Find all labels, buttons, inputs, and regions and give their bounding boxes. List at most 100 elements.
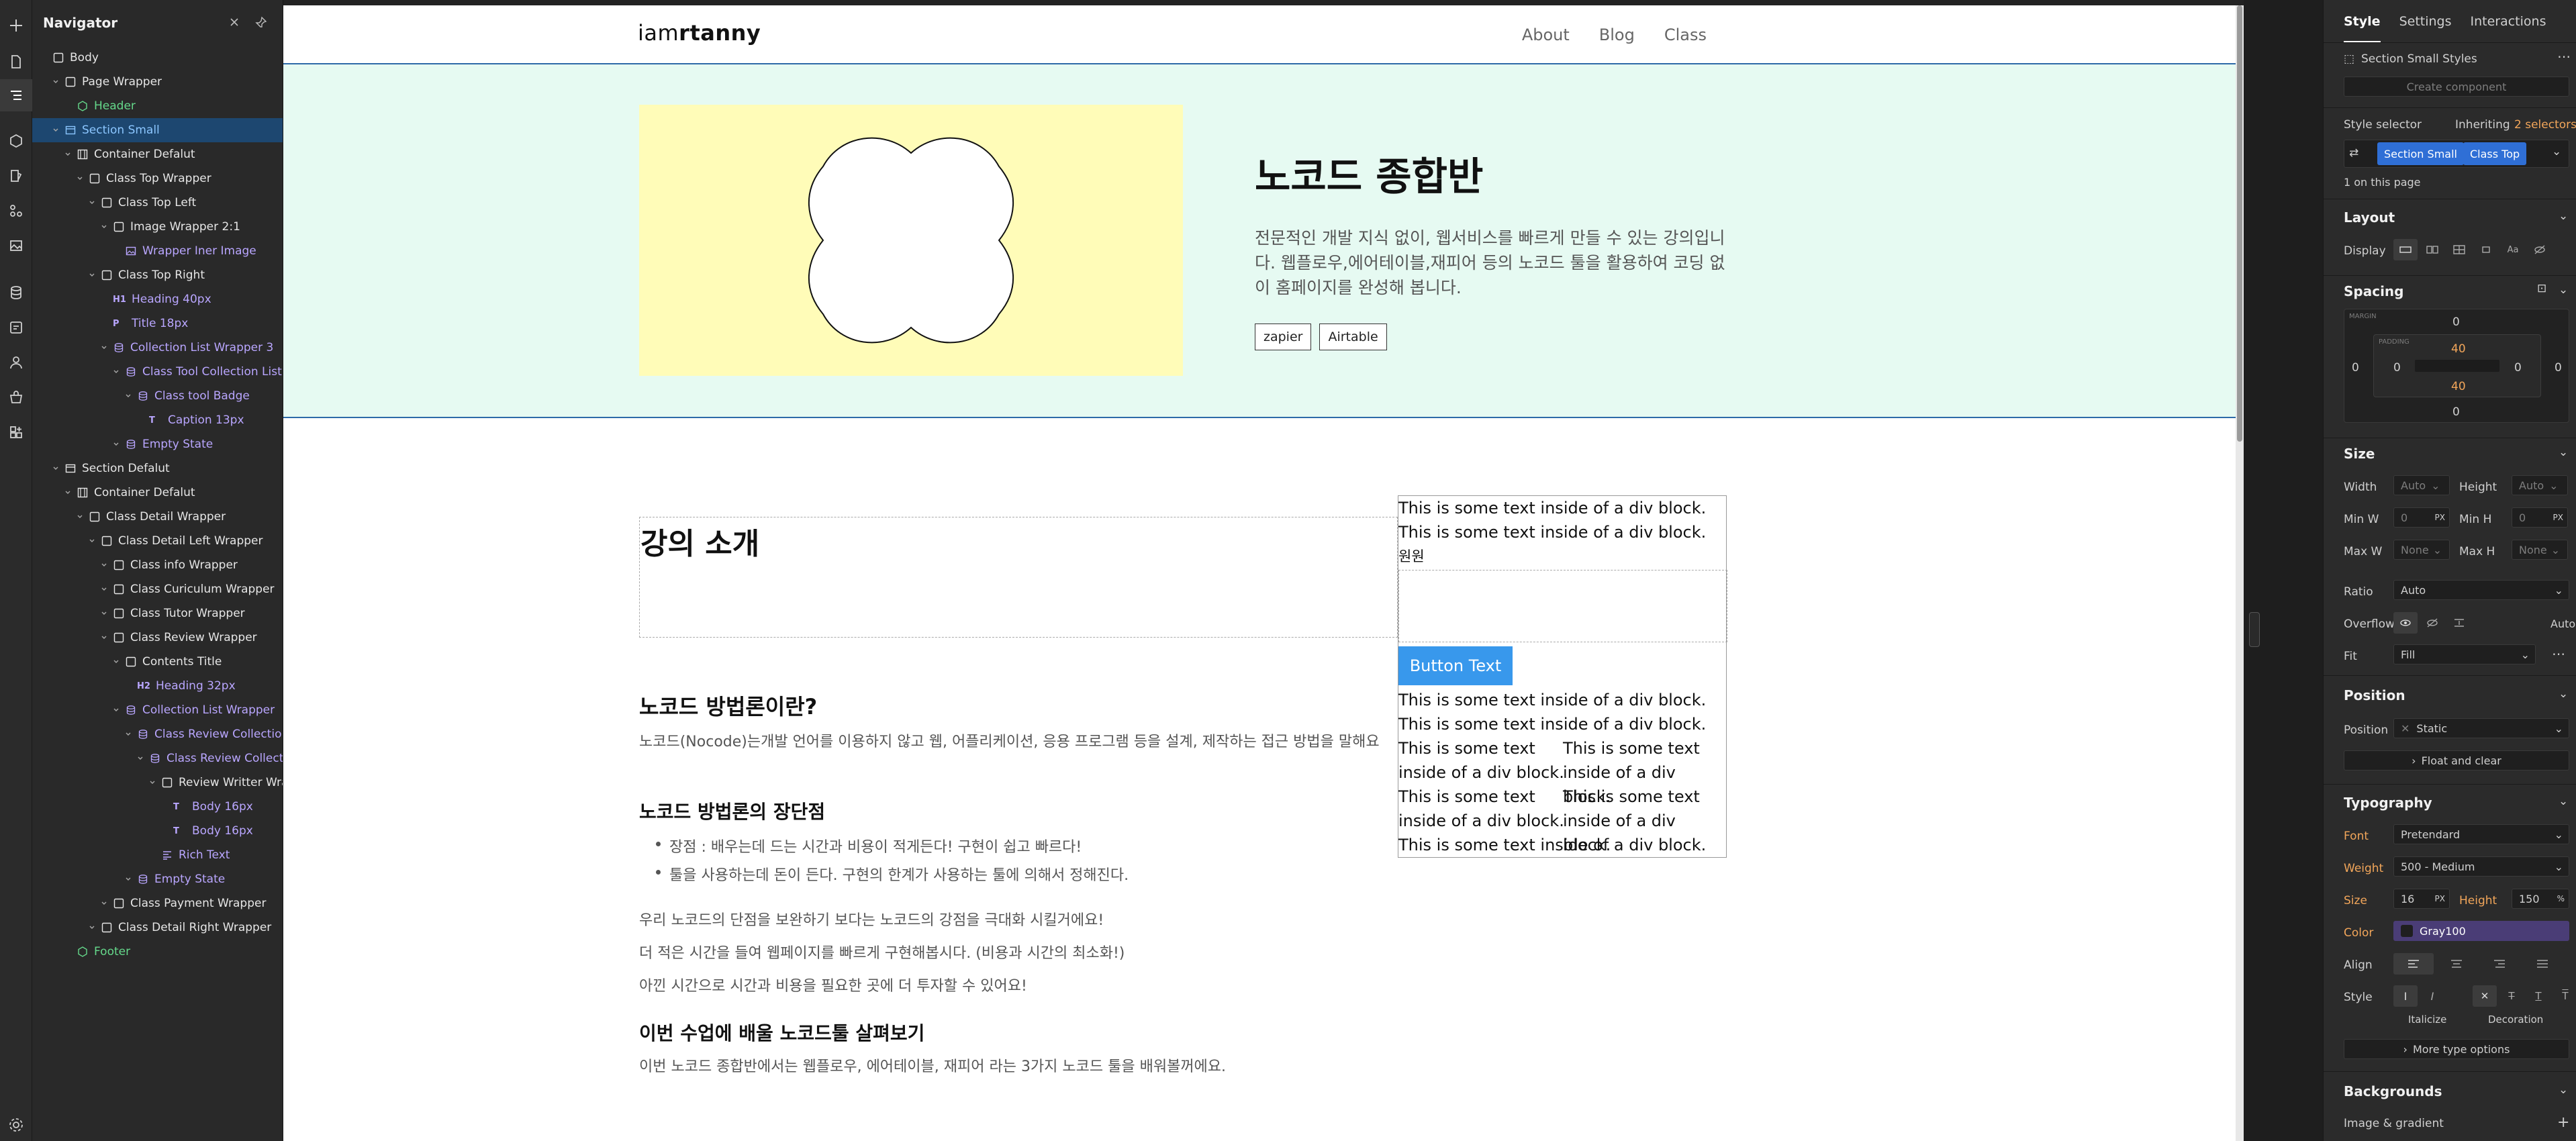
section-small[interactable]: 노코드 종합반 전문적인 개발 지식 없이, 웹서비스를 빠르게 만들 수 있는… <box>283 64 2237 418</box>
weight-select[interactable]: 500 - Medium ⌄ <box>2393 856 2569 877</box>
div-block-text[interactable]: This is some text <box>1398 785 1535 809</box>
nav-item[interactable]: Container Defalut <box>32 481 283 505</box>
payment-button[interactable]: Button Text <box>1398 646 1513 685</box>
unit-px[interactable]: PX <box>2435 894 2445 903</box>
div-block-text[interactable]: This is some text inside of a div block. <box>1398 496 1706 520</box>
nav-item[interactable]: Class Curiculum Wrapper <box>32 577 283 601</box>
selectors-count[interactable]: 2 selectors <box>2514 118 2576 132</box>
nav-item[interactable]: Contents Title <box>32 650 283 674</box>
chevron-down-icon[interactable] <box>111 705 121 715</box>
nav-item[interactable]: Class Review Collect <box>32 746 283 771</box>
dropdown-chevron-icon[interactable]: ⌄ <box>2555 584 2563 597</box>
hero-description[interactable]: 전문적인 개발 지식 없이, 웹서비스를 빠르게 만들 수 있는 강의입니다. … <box>1255 226 1733 300</box>
chevron-down-icon[interactable] <box>111 440 121 449</box>
design-canvas[interactable]: iamrtanny About Blog Class 노코드 종합반 전문적인 … <box>283 0 2244 1141</box>
nav-item[interactable]: Empty State <box>32 432 283 456</box>
canvas-scroll-thumb[interactable] <box>2237 5 2242 442</box>
pages-icon[interactable] <box>0 46 32 78</box>
logic-icon[interactable] <box>0 311 32 344</box>
chevron-down-icon[interactable] <box>75 174 85 183</box>
nav-item[interactable]: Review Writter Wra <box>32 771 283 795</box>
chevron-down-icon[interactable] <box>124 391 133 401</box>
backgrounds-heading[interactable]: Backgrounds <box>2344 1083 2442 1099</box>
collapse-chevron-icon[interactable]: ⌄ <box>2559 446 2568 459</box>
align-right-icon[interactable] <box>2479 953 2520 975</box>
selector-dropdown-icon[interactable]: ⌄ <box>2552 145 2561 158</box>
navigator-icon[interactable] <box>0 79 32 111</box>
div-block-text[interactable]: inside of a div block. <box>1398 809 1564 833</box>
size-heading[interactable]: Size <box>2344 446 2375 462</box>
nav-item[interactable]: Class Review Wrapper <box>32 626 283 650</box>
chevron-down-icon[interactable] <box>99 560 109 570</box>
width-input[interactable]: Auto ⌄ <box>2393 475 2450 495</box>
font-select[interactable]: Pretendard ⌄ <box>2393 824 2569 844</box>
display-block-icon[interactable] <box>2393 239 2418 260</box>
cons-item[interactable]: 툴을 사용하는데 돈이 든다. 구현의 한계가 사용하는 툴에 의해서 정해진다… <box>655 863 1129 885</box>
chevron-down-icon[interactable] <box>124 875 133 884</box>
nav-item[interactable]: Collection List Wrapper 3 <box>32 336 283 360</box>
typography-heading[interactable]: Typography <box>2344 795 2432 811</box>
page-preview[interactable]: iamrtanny About Blog Class 노코드 종합반 전문적인 … <box>283 5 2237 1141</box>
chevron-down-icon[interactable] <box>99 609 109 618</box>
nav-item[interactable]: Class Top Right <box>32 263 283 287</box>
nav-item[interactable]: Class Detail Right Wrapper <box>32 915 283 940</box>
selector-type-icon[interactable]: ⇄ <box>2349 146 2358 160</box>
chevron-down-icon[interactable] <box>87 536 97 546</box>
nav-item[interactable]: H2 Heading 32px <box>32 674 283 698</box>
position-heading[interactable]: Position <box>2344 687 2405 703</box>
unit-percent[interactable]: % <box>2557 894 2565 903</box>
intro-heading[interactable]: 강의 소개 <box>640 519 759 562</box>
chevron-down-icon[interactable] <box>87 923 97 932</box>
nav-item[interactable]: P Title 18px <box>32 311 283 336</box>
nav-item[interactable]: Rich Text <box>32 843 283 867</box>
add-background-icon[interactable]: + <box>2557 1114 2569 1131</box>
pros-cons-heading[interactable]: 노코드 방법론의 장단점 <box>639 797 825 824</box>
tab-style[interactable]: Style <box>2344 14 2381 42</box>
italic-off-icon[interactable]: I <box>2393 985 2418 1007</box>
div-block-text[interactable]: This is some text inside of a div block. <box>1398 712 1706 736</box>
collapse-icon[interactable] <box>228 16 240 28</box>
pin-icon[interactable] <box>255 16 267 28</box>
underline-icon[interactable]: T <box>2526 985 2550 1007</box>
nav-item[interactable]: Container Defalut <box>32 142 283 166</box>
spacing-mode-icon[interactable]: ⊡ <box>2537 282 2546 295</box>
nav-item[interactable]: Body <box>32 46 283 70</box>
tab-interactions[interactable]: Interactions <box>2471 14 2546 29</box>
more-options-icon[interactable]: ⋯ <box>2557 48 2571 64</box>
div-block-text[interactable]: This is some text <box>1398 736 1535 760</box>
height-input[interactable]: Auto ⌄ <box>2512 475 2568 495</box>
tools-description[interactable]: 이번 노코드 종합반에서는 웹플로우, 에어테이블, 재피어 라는 3가지 노코… <box>639 1056 1384 1078</box>
font-size-input[interactable]: 16 PX <box>2393 889 2450 909</box>
display-grid-icon[interactable] <box>2447 239 2471 260</box>
float-clear-toggle[interactable]: › Float and clear <box>2344 750 2569 771</box>
ratio-select[interactable]: Auto ⌄ <box>2393 580 2569 600</box>
selector-chip-section-small[interactable]: Section Small <box>2377 142 2464 165</box>
nav-item[interactable]: Image Wrapper 2:1 <box>32 215 283 239</box>
display-inline-block-icon[interactable] <box>2474 239 2498 260</box>
nav-item[interactable]: Class info Wrapper <box>32 553 283 577</box>
overflow-hidden-icon[interactable] <box>2420 612 2444 634</box>
nocode-heading[interactable]: 노코드 방법론이란? <box>639 690 817 721</box>
nav-item[interactable]: Section Defalut <box>32 456 283 481</box>
price-box[interactable] <box>1398 570 1727 642</box>
nav-item[interactable]: Class Detail Wrapper <box>32 505 283 529</box>
padding-left-value[interactable]: 0 <box>2393 361 2401 375</box>
spacing-heading[interactable]: Spacing <box>2344 283 2403 299</box>
dropdown-chevron-icon[interactable]: ⌄ <box>2555 860 2563 873</box>
color-select[interactable]: Gray100 <box>2393 921 2569 941</box>
padding-right-value[interactable]: 0 <box>2514 361 2522 375</box>
menu-link-blog[interactable]: Blog <box>1599 26 1635 44</box>
line-height-input[interactable]: 150% <box>2512 889 2569 909</box>
chevron-down-icon[interactable] <box>99 343 109 352</box>
apps-icon[interactable] <box>0 416 32 448</box>
div-block-text[interactable]: inside of a div block. <box>1398 760 1564 785</box>
collapse-chevron-icon[interactable]: ⌄ <box>2559 283 2568 297</box>
nav-item[interactable]: Class Top Left <box>32 191 283 215</box>
nav-item[interactable]: T Body 16px <box>32 795 283 819</box>
min-width-input[interactable]: 0 PX <box>2393 507 2450 528</box>
nav-item[interactable]: Class Payment Wrapper <box>32 891 283 915</box>
fit-select[interactable]: Fill ⌄ <box>2393 644 2536 664</box>
nav-item[interactable]: Section Small <box>32 118 283 142</box>
unit-chevron-icon[interactable]: ⌄ <box>2431 479 2440 492</box>
max-height-input[interactable]: None ⌄ <box>2512 540 2568 560</box>
